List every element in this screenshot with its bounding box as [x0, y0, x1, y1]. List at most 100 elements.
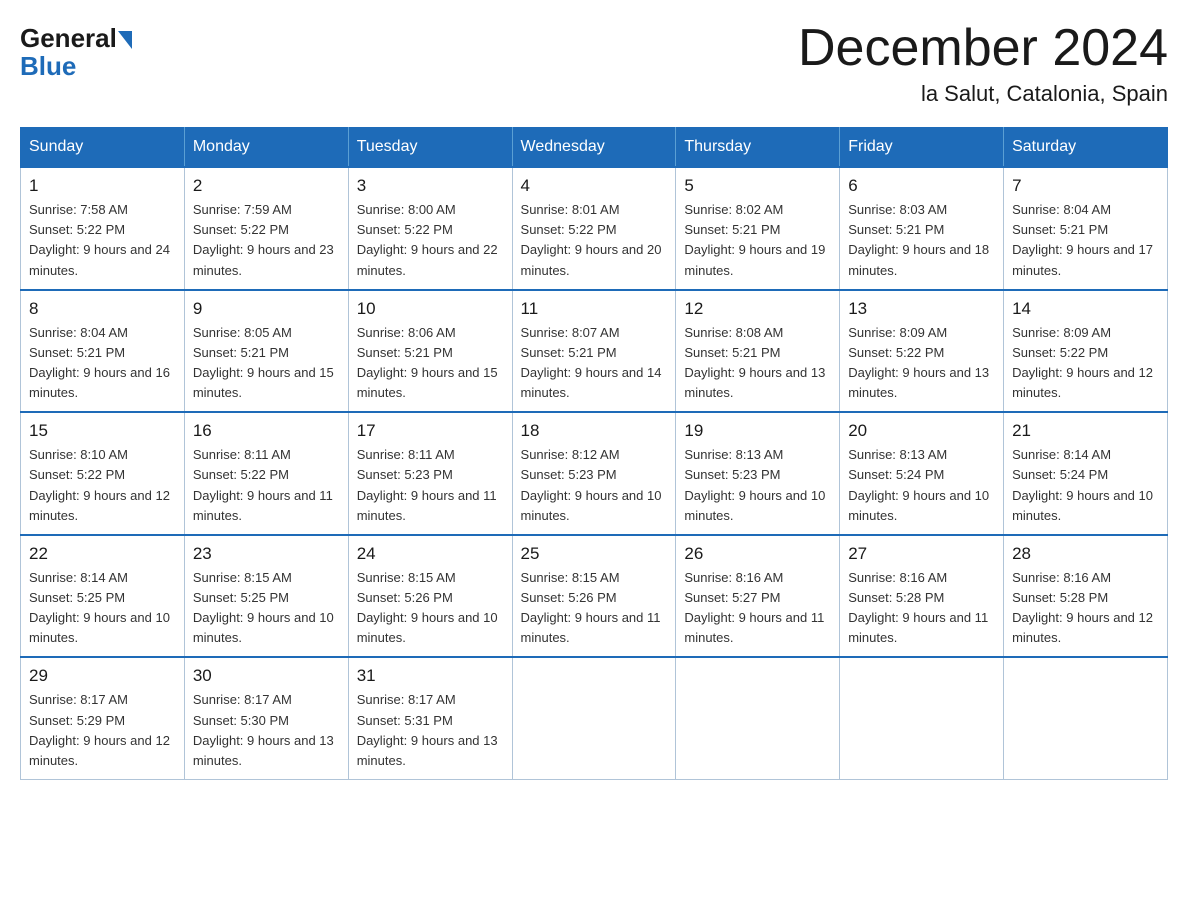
table-row: 20 Sunrise: 8:13 AM Sunset: 5:24 PM Dayl… — [840, 412, 1004, 535]
header-friday: Friday — [840, 128, 1004, 168]
location-title: la Salut, Catalonia, Spain — [798, 81, 1168, 107]
header-tuesday: Tuesday — [348, 128, 512, 168]
day-number: 21 — [1012, 421, 1159, 441]
table-row: 21 Sunrise: 8:14 AM Sunset: 5:24 PM Dayl… — [1004, 412, 1168, 535]
logo-general-text: General — [20, 25, 117, 51]
table-row: 25 Sunrise: 8:15 AM Sunset: 5:26 PM Dayl… — [512, 535, 676, 658]
header-saturday: Saturday — [1004, 128, 1168, 168]
day-info: Sunrise: 8:16 AM Sunset: 5:28 PM Dayligh… — [848, 568, 995, 649]
day-info: Sunrise: 8:09 AM Sunset: 5:22 PM Dayligh… — [848, 323, 995, 404]
table-row: 11 Sunrise: 8:07 AM Sunset: 5:21 PM Dayl… — [512, 290, 676, 413]
day-number: 12 — [684, 299, 831, 319]
table-row — [676, 657, 840, 779]
day-info: Sunrise: 7:59 AM Sunset: 5:22 PM Dayligh… — [193, 200, 340, 281]
table-row: 8 Sunrise: 8:04 AM Sunset: 5:21 PM Dayli… — [21, 290, 185, 413]
table-row: 5 Sunrise: 8:02 AM Sunset: 5:21 PM Dayli… — [676, 167, 840, 290]
table-row: 9 Sunrise: 8:05 AM Sunset: 5:21 PM Dayli… — [184, 290, 348, 413]
day-number: 14 — [1012, 299, 1159, 319]
table-row: 6 Sunrise: 8:03 AM Sunset: 5:21 PM Dayli… — [840, 167, 1004, 290]
day-number: 27 — [848, 544, 995, 564]
day-number: 3 — [357, 176, 504, 196]
day-number: 6 — [848, 176, 995, 196]
table-row — [840, 657, 1004, 779]
calendar-week-row: 29 Sunrise: 8:17 AM Sunset: 5:29 PM Dayl… — [21, 657, 1168, 779]
table-row: 26 Sunrise: 8:16 AM Sunset: 5:27 PM Dayl… — [676, 535, 840, 658]
month-title: December 2024 — [798, 20, 1168, 77]
day-number: 18 — [521, 421, 668, 441]
day-info: Sunrise: 8:12 AM Sunset: 5:23 PM Dayligh… — [521, 445, 668, 526]
table-row — [1004, 657, 1168, 779]
day-number: 1 — [29, 176, 176, 196]
day-info: Sunrise: 8:16 AM Sunset: 5:28 PM Dayligh… — [1012, 568, 1159, 649]
day-info: Sunrise: 8:07 AM Sunset: 5:21 PM Dayligh… — [521, 323, 668, 404]
day-info: Sunrise: 8:08 AM Sunset: 5:21 PM Dayligh… — [684, 323, 831, 404]
day-info: Sunrise: 8:17 AM Sunset: 5:31 PM Dayligh… — [357, 690, 504, 771]
day-number: 8 — [29, 299, 176, 319]
table-row: 24 Sunrise: 8:15 AM Sunset: 5:26 PM Dayl… — [348, 535, 512, 658]
table-row: 10 Sunrise: 8:06 AM Sunset: 5:21 PM Dayl… — [348, 290, 512, 413]
day-number: 15 — [29, 421, 176, 441]
day-number: 24 — [357, 544, 504, 564]
day-number: 5 — [684, 176, 831, 196]
table-row: 22 Sunrise: 8:14 AM Sunset: 5:25 PM Dayl… — [21, 535, 185, 658]
table-row: 30 Sunrise: 8:17 AM Sunset: 5:30 PM Dayl… — [184, 657, 348, 779]
table-row: 28 Sunrise: 8:16 AM Sunset: 5:28 PM Dayl… — [1004, 535, 1168, 658]
day-info: Sunrise: 8:16 AM Sunset: 5:27 PM Dayligh… — [684, 568, 831, 649]
header-monday: Monday — [184, 128, 348, 168]
table-row: 29 Sunrise: 8:17 AM Sunset: 5:29 PM Dayl… — [21, 657, 185, 779]
calendar-table: Sunday Monday Tuesday Wednesday Thursday… — [20, 127, 1168, 780]
table-row: 17 Sunrise: 8:11 AM Sunset: 5:23 PM Dayl… — [348, 412, 512, 535]
day-info: Sunrise: 8:01 AM Sunset: 5:22 PM Dayligh… — [521, 200, 668, 281]
table-row: 19 Sunrise: 8:13 AM Sunset: 5:23 PM Dayl… — [676, 412, 840, 535]
day-number: 7 — [1012, 176, 1159, 196]
day-info: Sunrise: 8:15 AM Sunset: 5:26 PM Dayligh… — [357, 568, 504, 649]
logo-triangle-icon — [118, 31, 132, 49]
day-info: Sunrise: 8:13 AM Sunset: 5:23 PM Dayligh… — [684, 445, 831, 526]
table-row: 7 Sunrise: 8:04 AM Sunset: 5:21 PM Dayli… — [1004, 167, 1168, 290]
day-number: 11 — [521, 299, 668, 319]
calendar-body: 1 Sunrise: 7:58 AM Sunset: 5:22 PM Dayli… — [21, 167, 1168, 779]
day-info: Sunrise: 8:02 AM Sunset: 5:21 PM Dayligh… — [684, 200, 831, 281]
day-info: Sunrise: 8:14 AM Sunset: 5:24 PM Dayligh… — [1012, 445, 1159, 526]
day-number: 26 — [684, 544, 831, 564]
day-info: Sunrise: 8:17 AM Sunset: 5:29 PM Dayligh… — [29, 690, 176, 771]
day-info: Sunrise: 8:05 AM Sunset: 5:21 PM Dayligh… — [193, 323, 340, 404]
logo: General Blue — [20, 20, 134, 82]
table-row: 16 Sunrise: 8:11 AM Sunset: 5:22 PM Dayl… — [184, 412, 348, 535]
day-info: Sunrise: 8:00 AM Sunset: 5:22 PM Dayligh… — [357, 200, 504, 281]
table-row: 3 Sunrise: 8:00 AM Sunset: 5:22 PM Dayli… — [348, 167, 512, 290]
day-number: 28 — [1012, 544, 1159, 564]
day-number: 2 — [193, 176, 340, 196]
day-info: Sunrise: 8:04 AM Sunset: 5:21 PM Dayligh… — [1012, 200, 1159, 281]
header-sunday: Sunday — [21, 128, 185, 168]
day-number: 4 — [521, 176, 668, 196]
day-number: 22 — [29, 544, 176, 564]
day-info: Sunrise: 8:04 AM Sunset: 5:21 PM Dayligh… — [29, 323, 176, 404]
day-info: Sunrise: 8:15 AM Sunset: 5:25 PM Dayligh… — [193, 568, 340, 649]
day-number: 13 — [848, 299, 995, 319]
day-number: 17 — [357, 421, 504, 441]
table-row: 18 Sunrise: 8:12 AM Sunset: 5:23 PM Dayl… — [512, 412, 676, 535]
table-row: 13 Sunrise: 8:09 AM Sunset: 5:22 PM Dayl… — [840, 290, 1004, 413]
day-info: Sunrise: 8:13 AM Sunset: 5:24 PM Dayligh… — [848, 445, 995, 526]
day-info: Sunrise: 8:17 AM Sunset: 5:30 PM Dayligh… — [193, 690, 340, 771]
table-row: 4 Sunrise: 8:01 AM Sunset: 5:22 PM Dayli… — [512, 167, 676, 290]
day-info: Sunrise: 8:14 AM Sunset: 5:25 PM Dayligh… — [29, 568, 176, 649]
calendar-week-row: 15 Sunrise: 8:10 AM Sunset: 5:22 PM Dayl… — [21, 412, 1168, 535]
day-info: Sunrise: 7:58 AM Sunset: 5:22 PM Dayligh… — [29, 200, 176, 281]
day-number: 31 — [357, 666, 504, 686]
day-number: 23 — [193, 544, 340, 564]
table-row: 15 Sunrise: 8:10 AM Sunset: 5:22 PM Dayl… — [21, 412, 185, 535]
day-number: 9 — [193, 299, 340, 319]
day-number: 10 — [357, 299, 504, 319]
calendar-header: Sunday Monday Tuesday Wednesday Thursday… — [21, 128, 1168, 168]
day-info: Sunrise: 8:03 AM Sunset: 5:21 PM Dayligh… — [848, 200, 995, 281]
day-info: Sunrise: 8:10 AM Sunset: 5:22 PM Dayligh… — [29, 445, 176, 526]
day-number: 20 — [848, 421, 995, 441]
table-row: 1 Sunrise: 7:58 AM Sunset: 5:22 PM Dayli… — [21, 167, 185, 290]
calendar-week-row: 22 Sunrise: 8:14 AM Sunset: 5:25 PM Dayl… — [21, 535, 1168, 658]
day-info: Sunrise: 8:11 AM Sunset: 5:23 PM Dayligh… — [357, 445, 504, 526]
calendar-week-row: 8 Sunrise: 8:04 AM Sunset: 5:21 PM Dayli… — [21, 290, 1168, 413]
table-row: 31 Sunrise: 8:17 AM Sunset: 5:31 PM Dayl… — [348, 657, 512, 779]
day-number: 19 — [684, 421, 831, 441]
